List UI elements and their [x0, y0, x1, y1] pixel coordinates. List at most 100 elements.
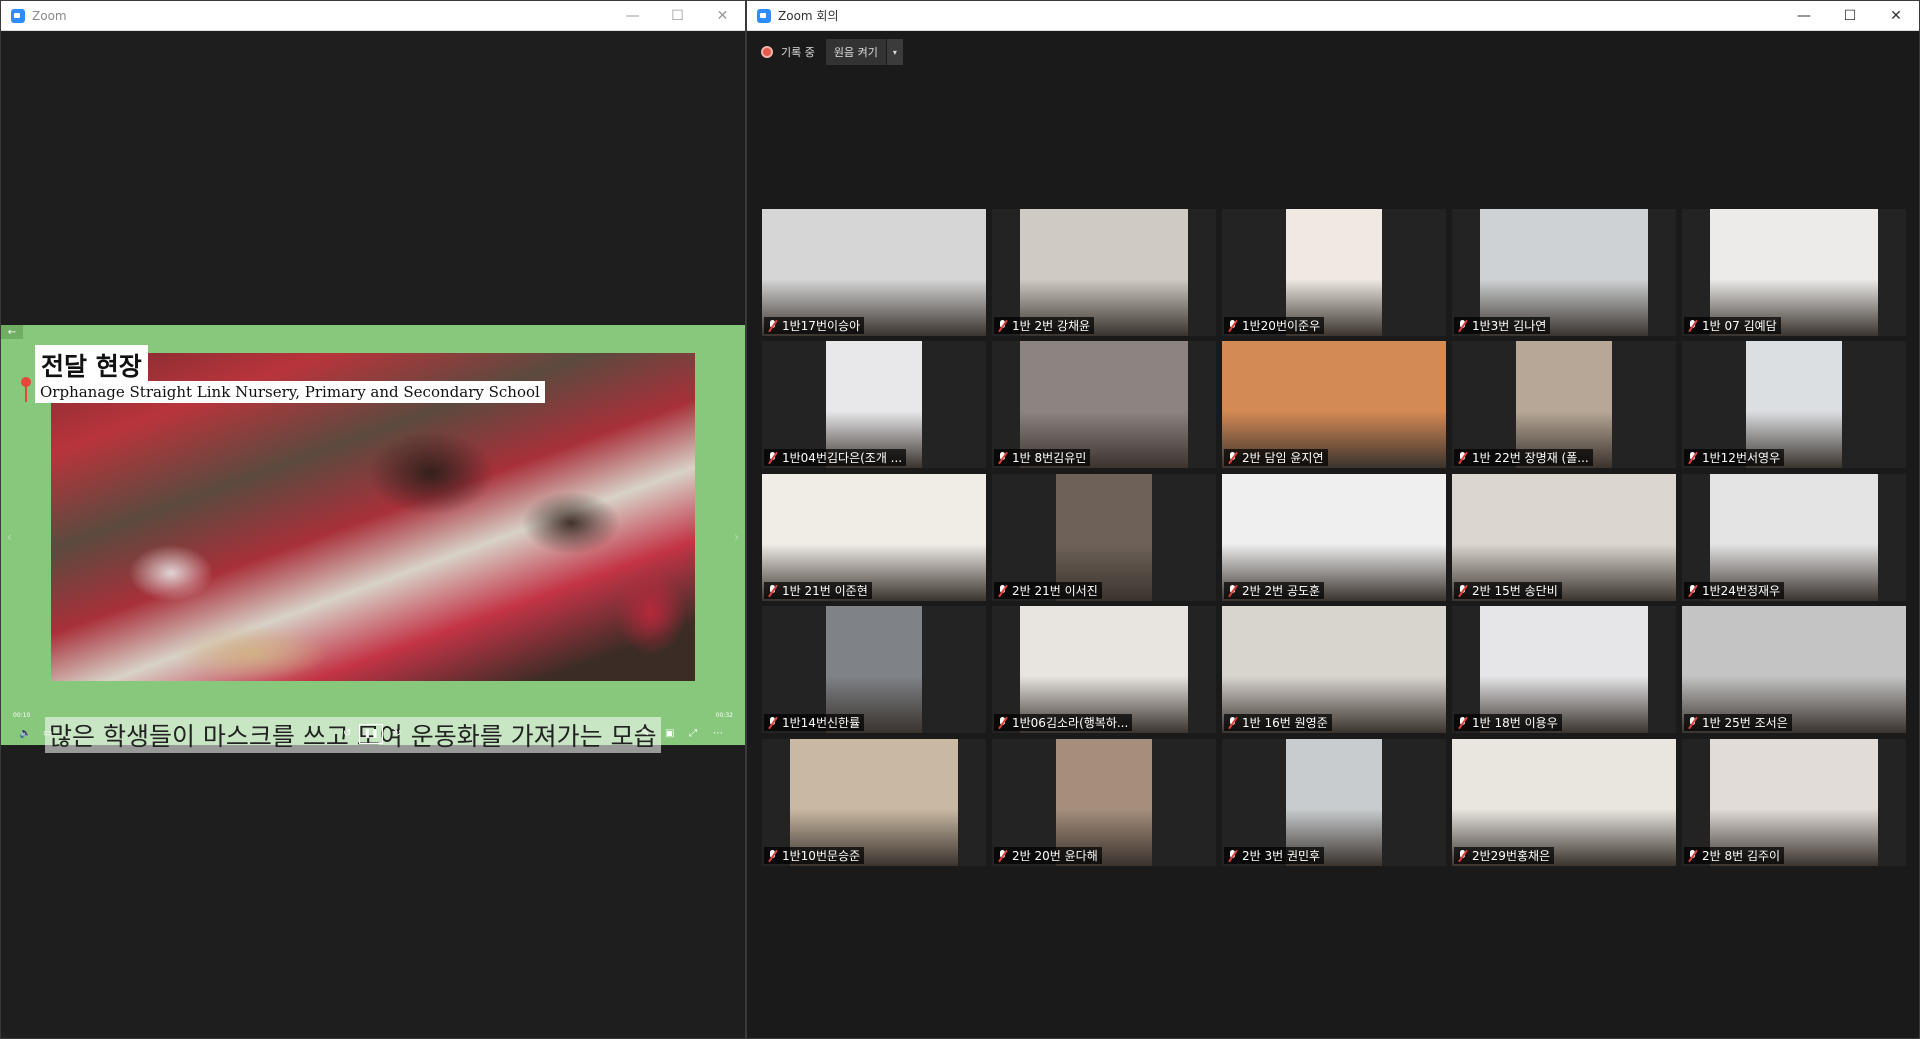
participant-name: 2반 21번 이서진: [1012, 584, 1098, 598]
rewind-icon[interactable]: ↺: [343, 728, 351, 739]
screen-icon[interactable]: ▣: [665, 728, 674, 739]
fullscreen-icon[interactable]: ⤢: [689, 728, 697, 739]
mic-muted-icon: [1457, 716, 1468, 729]
participant-name-label: 1반10번문승준: [764, 847, 865, 864]
participant-tile[interactable]: 1반3번 김나연: [1452, 209, 1676, 336]
participant-name: 1반10번문승준: [782, 849, 861, 863]
participant-tile[interactable]: 1반 25번 조서은: [1682, 606, 1906, 733]
mic-muted-icon: [997, 849, 1008, 862]
mic-muted-icon: [1687, 849, 1698, 862]
participant-tile[interactable]: 2반 3번 권민후: [1222, 739, 1446, 866]
participant-name-label: 2반 8번 김주이: [1684, 847, 1785, 864]
slide-subtitle: Orphanage Straight Link Nursery, Primary…: [35, 381, 545, 403]
screen-share-window: Zoom — ☐ ✕ ← 전달 현장 Orphanage Straight Li…: [0, 0, 746, 1039]
minimize-button[interactable]: —: [610, 1, 655, 31]
forward-icon[interactable]: ↻: [393, 728, 401, 739]
participant-tile[interactable]: 1반24번정재우: [1682, 474, 1906, 601]
participant-name: 2반 20번 윤다해: [1012, 849, 1098, 863]
participant-tile[interactable]: 2반 8번 김주이: [1682, 739, 1906, 866]
left-arrow-icon[interactable]: ←: [1, 325, 23, 339]
participant-tile[interactable]: 1반 22번 장명재 (폴...: [1452, 341, 1676, 468]
mic-muted-icon: [767, 584, 778, 597]
participant-tile[interactable]: 1반14번신한률: [762, 606, 986, 733]
participant-name: 2반 담임 윤지연: [1242, 451, 1324, 465]
minimize-button[interactable]: —: [1781, 1, 1827, 31]
participant-tile[interactable]: 1반 8번김유민: [992, 341, 1216, 468]
participant-name: 1반17번이승아: [782, 319, 861, 333]
participant-name: 1반06김소라(행복하...: [1012, 716, 1129, 730]
participant-name: 1반 07 김예담: [1702, 319, 1777, 333]
participant-name-label: 2반 21번 이서진: [994, 582, 1102, 599]
participant-tile[interactable]: 1반 21번 이준현: [762, 474, 986, 601]
participant-tile[interactable]: 2반 15번 송단비: [1452, 474, 1676, 601]
participant-name-label: 1반 07 김예담: [1684, 317, 1781, 334]
mic-muted-icon: [1687, 319, 1698, 332]
share-area: ← 전달 현장 Orphanage Straight Link Nursery,…: [1, 31, 745, 1038]
participant-name-label: 1반12번서영우: [1684, 449, 1785, 466]
participant-name-label: 1반 8번김유민: [994, 449, 1091, 466]
participant-name: 1반04번김다은(조개 ...: [782, 451, 903, 465]
participant-tile[interactable]: 1반20번이준우: [1222, 209, 1446, 336]
prev-arrow-icon[interactable]: ‹: [7, 530, 12, 544]
mic-muted-icon: [1227, 451, 1238, 464]
participant-name-label: 1반 25번 조서은: [1684, 714, 1792, 731]
participant-name-label: 1반 22번 장명재 (폴...: [1454, 449, 1593, 466]
volume-icon[interactable]: 🔈: [19, 728, 31, 739]
participant-name: 1반 21번 이준현: [782, 584, 868, 598]
participant-name: 1반3번 김나연: [1472, 319, 1547, 333]
mic-muted-icon: [767, 319, 778, 332]
participant-name-label: 1반24번정재우: [1684, 582, 1785, 599]
maximize-button[interactable]: ☐: [1827, 1, 1873, 31]
participant-name-label: 2반 2번 공도훈: [1224, 582, 1325, 599]
record-icon: [761, 46, 773, 58]
more-icon[interactable]: ⋯: [713, 728, 723, 739]
participant-tile[interactable]: 2반 20번 윤다해: [992, 739, 1216, 866]
participant-tile[interactable]: 1반 16번 원영준: [1222, 606, 1446, 733]
participant-name-label: 2반 15번 송단비: [1454, 582, 1562, 599]
shared-slide: ← 전달 현장 Orphanage Straight Link Nursery,…: [1, 325, 745, 753]
pen-icon[interactable]: ✎: [641, 728, 649, 739]
participant-name-label: 2반 20번 윤다해: [994, 847, 1102, 864]
participant-tile[interactable]: 1반17번이승아: [762, 209, 986, 336]
pin-icon: [21, 377, 31, 402]
mic-muted-icon: [767, 451, 778, 464]
participant-tile[interactable]: 2반29번홍채은: [1452, 739, 1676, 866]
participant-tile[interactable]: 1반10번문승준: [762, 739, 986, 866]
pause-button[interactable]: ❚❚: [359, 724, 383, 744]
mic-muted-icon: [1457, 319, 1468, 332]
participant-name-label: 1반 16번 원영준: [1224, 714, 1332, 731]
original-sound-button[interactable]: 원음 켜기: [825, 39, 886, 65]
participant-name: 1반 22번 장명재 (폴...: [1472, 451, 1589, 465]
participant-name-label: 1반3번 김나연: [1454, 317, 1551, 334]
close-button[interactable]: ✕: [700, 1, 745, 31]
chevron-down-icon[interactable]: ▾: [886, 39, 903, 65]
slide-title: 전달 현장: [35, 345, 148, 385]
time-elapsed: 00:10: [13, 712, 31, 719]
participant-name-label: 2반 담임 윤지연: [1224, 449, 1328, 466]
participant-name-label: 1반17번이승아: [764, 317, 865, 334]
mic-muted-icon: [1227, 716, 1238, 729]
participant-name: 1반 16번 원영준: [1242, 716, 1328, 730]
participant-name-label: 1반 21번 이준현: [764, 582, 872, 599]
participant-name: 2반 8번 김주이: [1702, 849, 1781, 863]
meeting-window: Zoom 회의 — ☐ ✕ 기록 중 원음 켜기 ▾ 1반17번이승아 1반 2번…: [746, 0, 1920, 1039]
participant-tile[interactable]: 2반 21번 이서진: [992, 474, 1216, 601]
participant-tile[interactable]: 2반 2번 공도훈: [1222, 474, 1446, 601]
participant-tile[interactable]: 1반 18번 이용우: [1452, 606, 1676, 733]
window-title: Zoom: [32, 8, 67, 23]
participant-tile[interactable]: 1반 2번 강채윤: [992, 209, 1216, 336]
participant-tile[interactable]: 1반06김소라(행복하...: [992, 606, 1216, 733]
mic-muted-icon: [1687, 716, 1698, 729]
recording-bar: 기록 중 원음 켜기 ▾: [761, 39, 903, 65]
next-arrow-icon[interactable]: ›: [734, 530, 739, 544]
participant-tile[interactable]: 1반 07 김예담: [1682, 209, 1906, 336]
participant-name-label: 1반04번김다은(조개 ...: [764, 449, 907, 466]
caption-icon[interactable]: ▭: [43, 728, 52, 739]
participant-tile[interactable]: 1반12번서영우: [1682, 341, 1906, 468]
mic-muted-icon: [1457, 451, 1468, 464]
maximize-button[interactable]: ☐: [655, 1, 700, 31]
close-button[interactable]: ✕: [1873, 1, 1919, 31]
participant-name: 1반 2번 강채윤: [1012, 319, 1091, 333]
participant-tile[interactable]: 2반 담임 윤지연: [1222, 341, 1446, 468]
participant-tile[interactable]: 1반04번김다은(조개 ...: [762, 341, 986, 468]
